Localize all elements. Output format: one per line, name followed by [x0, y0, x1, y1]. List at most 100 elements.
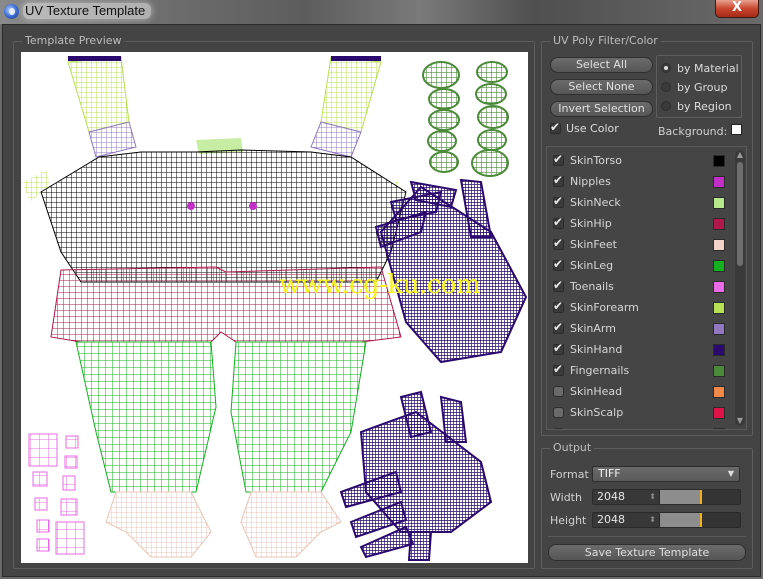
- material-name: SkinArm: [570, 322, 616, 335]
- width-spinner-icon[interactable]: ⬍: [649, 490, 656, 504]
- material-checkbox[interactable]: [553, 299, 564, 313]
- material-row[interactable]: SkinNeck: [547, 192, 733, 213]
- background-color-swatch[interactable]: [731, 124, 742, 135]
- material-checkbox[interactable]: [553, 257, 564, 271]
- width-input[interactable]: 2048 ⬍: [592, 489, 660, 505]
- material-color-swatch[interactable]: [713, 364, 725, 377]
- material-name: SkinForearm: [570, 301, 639, 314]
- format-select[interactable]: TIFF ▼: [592, 466, 740, 482]
- material-row[interactable]: SkinTorso: [547, 150, 733, 171]
- material-name: SkinHand: [570, 343, 623, 356]
- select-none-button[interactable]: Select None: [550, 79, 653, 95]
- material-checkbox[interactable]: [553, 236, 564, 250]
- use-color-checkbox[interactable]: Use Color: [550, 120, 619, 135]
- material-row[interactable]: Fingernails: [547, 360, 733, 381]
- material-row[interactable]: SkinHand: [547, 339, 733, 360]
- material-color-swatch[interactable]: [713, 196, 725, 209]
- format-label: Format: [550, 468, 589, 481]
- material-row[interactable]: Nipples: [547, 171, 733, 192]
- material-checkbox[interactable]: [553, 428, 564, 429]
- select-all-button[interactable]: Select All: [550, 57, 653, 73]
- title-bar: UV Texture Template X: [0, 0, 763, 24]
- group-by-radio-group: by Material by Group by Region: [656, 55, 742, 118]
- material-row[interactable]: SkinHead: [547, 381, 733, 402]
- width-slider-handle[interactable]: [700, 490, 702, 504]
- material-color-swatch[interactable]: [713, 427, 725, 429]
- material-checkbox[interactable]: [553, 341, 564, 355]
- material-checkbox[interactable]: [553, 173, 564, 187]
- material-name: SkinTorso: [570, 154, 622, 167]
- uv-feet-right: [240, 491, 342, 558]
- width-label: Width: [550, 491, 582, 504]
- use-color-check-icon[interactable]: [550, 120, 561, 134]
- radio-dot-by-material[interactable]: [661, 63, 671, 73]
- width-slider-fill: [660, 490, 700, 504]
- material-name: Toenails: [570, 280, 614, 293]
- width-slider[interactable]: [659, 489, 741, 505]
- material-color-swatch[interactable]: [713, 154, 725, 167]
- template-preview-legend: Template Preview: [22, 34, 125, 47]
- material-color-swatch[interactable]: [713, 301, 725, 314]
- material-row[interactable]: Toenails: [547, 276, 733, 297]
- uv-fingernails: [422, 61, 509, 177]
- material-name: SkinHead: [570, 385, 623, 398]
- format-value: TIFF: [598, 467, 621, 480]
- material-checkbox[interactable]: [553, 362, 564, 376]
- material-checkbox[interactable]: [553, 407, 564, 418]
- material-list: SkinTorso Nipples SkinNeck SkinHip SkinFeet S…: [546, 146, 747, 430]
- material-row[interactable]: SkinHip: [547, 213, 733, 234]
- uv-forearm-left: [67, 56, 130, 133]
- radio-by-region[interactable]: by Region: [661, 98, 732, 114]
- material-checkbox[interactable]: [553, 194, 564, 208]
- radio-dot-by-group[interactable]: [661, 82, 671, 92]
- material-list-scrollbar[interactable]: ▲ ▼: [735, 150, 745, 426]
- material-row[interactable]: SkinForearm: [547, 297, 733, 318]
- material-color-swatch[interactable]: [713, 322, 725, 335]
- height-spinner-icon[interactable]: ⬍: [649, 513, 656, 527]
- material-color-swatch[interactable]: [713, 406, 725, 419]
- height-label: Height: [550, 514, 587, 527]
- material-checkbox[interactable]: [553, 215, 564, 229]
- close-button[interactable]: X: [715, 0, 759, 18]
- material-color-swatch[interactable]: [713, 217, 725, 230]
- material-color-swatch[interactable]: [713, 280, 725, 293]
- output-divider: [548, 536, 746, 537]
- scroll-up-arrow-icon[interactable]: ▲: [735, 150, 745, 160]
- uv-leg-left: [75, 341, 217, 493]
- radio-dot-by-region[interactable]: [661, 101, 671, 111]
- uv-leg-right: [230, 341, 367, 493]
- material-color-swatch[interactable]: [713, 175, 725, 188]
- material-checkbox[interactable]: [553, 278, 564, 292]
- material-color-swatch[interactable]: [713, 343, 725, 356]
- material-name: Nipples: [570, 175, 611, 188]
- scroll-thumb[interactable]: [737, 162, 743, 266]
- material-row[interactable]: SkinFeet: [547, 234, 733, 255]
- uv-layout-drawing: [23, 56, 528, 561]
- template-preview-group: Template Preview www.cg-ku.com: [13, 34, 535, 569]
- radio-label: by Group: [677, 80, 728, 94]
- material-color-swatch[interactable]: [713, 259, 725, 272]
- height-slider-handle[interactable]: [700, 513, 702, 527]
- invert-selection-button[interactable]: Invert Selection: [550, 101, 653, 117]
- save-texture-template-button[interactable]: Save Texture Template: [548, 544, 746, 561]
- app-icon: [4, 4, 19, 19]
- material-color-swatch[interactable]: [713, 385, 725, 398]
- material-row[interactable]: SkinLeg: [547, 255, 733, 276]
- material-checkbox[interactable]: [553, 152, 564, 166]
- uv-feet-left: [105, 491, 212, 558]
- material-row[interactable]: SkinScalp: [547, 402, 733, 423]
- height-input[interactable]: 2048 ⬍: [592, 512, 660, 528]
- material-row[interactable]: Lips: [547, 423, 733, 429]
- scroll-down-arrow-icon[interactable]: ▼: [735, 416, 745, 426]
- material-checkbox[interactable]: [553, 320, 564, 334]
- radio-by-material[interactable]: by Material: [661, 60, 739, 76]
- material-color-swatch[interactable]: [713, 238, 725, 251]
- chevron-down-icon: ▼: [727, 469, 734, 478]
- output-legend: Output: [550, 441, 595, 454]
- height-slider[interactable]: [659, 512, 741, 528]
- window-title: UV Texture Template: [23, 3, 152, 19]
- material-row[interactable]: SkinArm: [547, 318, 733, 339]
- material-name: SkinHip: [570, 217, 612, 230]
- material-checkbox[interactable]: [553, 386, 564, 397]
- radio-by-group[interactable]: by Group: [661, 79, 727, 95]
